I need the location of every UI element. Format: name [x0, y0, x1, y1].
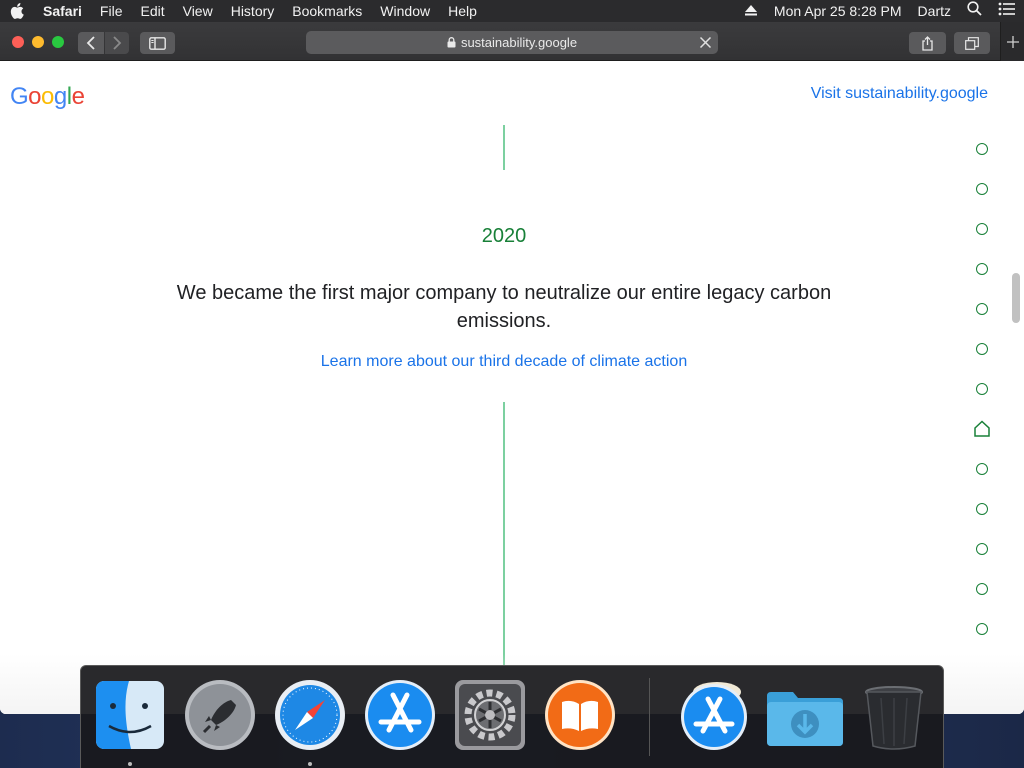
- menu-app-name[interactable]: Safari: [34, 0, 91, 22]
- learn-more-link[interactable]: Learn more about our third decade of cli…: [0, 353, 1008, 371]
- new-tab-button[interactable]: [1000, 22, 1024, 61]
- milestone-headline: We became the first major company to neu…: [176, 282, 832, 332]
- safari-icon[interactable]: [273, 678, 347, 752]
- logo-letter: G: [10, 83, 29, 110]
- app-store-icon[interactable]: [363, 678, 437, 752]
- minimize-window-button[interactable]: [32, 36, 44, 48]
- menu-history[interactable]: History: [222, 0, 284, 22]
- browser-toolbar: sustainability.google: [0, 22, 1024, 61]
- timeline-marker[interactable]: [976, 463, 988, 475]
- tabs-overview-icon: [965, 36, 979, 50]
- dock: [80, 665, 944, 768]
- apple-icon[interactable]: [0, 3, 34, 19]
- forward-button[interactable]: [105, 32, 129, 54]
- running-indicator: [128, 762, 132, 766]
- timeline-marker[interactable]: [976, 623, 988, 635]
- menu-bookmarks[interactable]: Bookmarks: [283, 0, 371, 22]
- close-icon[interactable]: [699, 36, 712, 49]
- timeline-current-marker[interactable]: [973, 420, 991, 438]
- timeline-line: [503, 402, 505, 666]
- google-logo[interactable]: Google: [10, 83, 85, 111]
- system-preferences-icon[interactable]: [453, 678, 527, 752]
- timeline-marker[interactable]: [976, 183, 988, 195]
- web-page: Google Visit sustainability.google 2020 …: [0, 61, 1024, 714]
- timeline-marker[interactable]: [976, 143, 988, 155]
- back-button[interactable]: [78, 32, 104, 54]
- show-tabs-button[interactable]: [954, 32, 990, 54]
- safari-window: sustainability.google Google Visit susta…: [0, 22, 1024, 714]
- timeline-line: [503, 125, 505, 170]
- logo-letter: o: [28, 83, 42, 110]
- timeline-marker[interactable]: [976, 383, 988, 395]
- url-text: sustainability.google: [460, 35, 578, 50]
- menu-view[interactable]: View: [174, 0, 222, 22]
- dock-separator: [649, 678, 650, 756]
- finder-icon[interactable]: [93, 678, 167, 752]
- user-menu[interactable]: Dartz: [910, 0, 959, 22]
- books-icon[interactable]: [543, 678, 617, 752]
- address-bar[interactable]: sustainability.google: [306, 31, 718, 54]
- scrollbar[interactable]: [1012, 273, 1020, 323]
- menu-edit[interactable]: Edit: [131, 0, 173, 22]
- timeline-marker[interactable]: [976, 223, 988, 235]
- share-button[interactable]: [909, 32, 946, 54]
- timeline-marker[interactable]: [976, 263, 988, 275]
- sidebar-toggle-button[interactable]: [140, 32, 175, 54]
- close-window-button[interactable]: [12, 36, 24, 48]
- logo-letter: e: [71, 83, 85, 110]
- lock-icon: [447, 37, 456, 48]
- timeline-marker[interactable]: [976, 303, 988, 315]
- plus-icon: [1006, 35, 1019, 48]
- running-indicator: [308, 762, 312, 766]
- clock[interactable]: Mon Apr 25 8:28 PM: [766, 0, 910, 22]
- notification-center-icon[interactable]: [990, 0, 1024, 22]
- downloads-folder-icon[interactable]: [765, 678, 843, 752]
- menu-window[interactable]: Window: [371, 0, 439, 22]
- trash-icon[interactable]: [857, 678, 931, 752]
- menu-file[interactable]: File: [91, 0, 132, 22]
- timeline-marker[interactable]: [976, 543, 988, 555]
- timeline-marker[interactable]: [976, 583, 988, 595]
- eject-icon[interactable]: [736, 0, 766, 22]
- sidebar-icon: [149, 36, 166, 50]
- timeline-marker[interactable]: [976, 503, 988, 515]
- logo-letter: g: [53, 83, 67, 110]
- chevron-left-icon: [86, 36, 95, 50]
- visit-sustainability-link[interactable]: Visit sustainability.google: [811, 85, 988, 103]
- menu-help[interactable]: Help: [439, 0, 486, 22]
- menu-bar: Safari File Edit View History Bookmarks …: [0, 0, 1024, 22]
- fullscreen-window-button[interactable]: [52, 36, 64, 48]
- app-store-installer-icon[interactable]: [677, 678, 751, 752]
- spotlight-search-icon[interactable]: [959, 0, 990, 22]
- chevron-right-icon: [113, 36, 122, 50]
- timeline-marker[interactable]: [976, 343, 988, 355]
- milestone-year: 2020: [481, 225, 527, 247]
- logo-letter: o: [41, 83, 54, 110]
- share-icon: [922, 35, 933, 51]
- launchpad-icon[interactable]: [183, 678, 257, 752]
